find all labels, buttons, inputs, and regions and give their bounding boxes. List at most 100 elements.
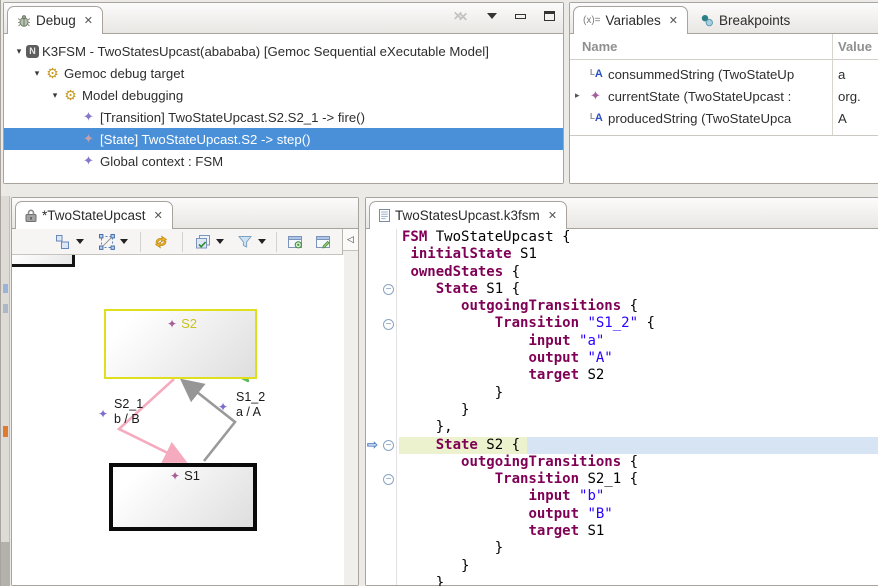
- maximize-icon[interactable]: [544, 11, 555, 21]
- code-text: TwoStateUpcast {: [427, 229, 570, 245]
- transition-diamond-icon: ✦: [218, 400, 228, 414]
- transition-label-S1_2[interactable]: S1_2 a / A: [236, 390, 265, 420]
- code-text: {: [621, 454, 638, 470]
- debug-tree-row[interactable]: [State] TwoStateUpcast.S2 -> step(): [4, 128, 563, 150]
- annotation-ruler[interactable]: [366, 229, 382, 585]
- code-text: [402, 506, 528, 522]
- debug-tree-row[interactable]: Global context : FSM: [4, 150, 563, 172]
- launch-icon: [26, 45, 39, 58]
- code-line[interactable]: FSM TwoStateUpcast {: [399, 229, 878, 246]
- variables-tabbar: (x)= Variables ✕ Breakpoints: [570, 3, 878, 34]
- code-line[interactable]: initialState S1: [399, 246, 878, 263]
- code-text: [402, 333, 528, 349]
- code-line[interactable]: State S1 {: [399, 281, 878, 298]
- arrange-dropdown-icon[interactable]: [76, 239, 84, 244]
- debug-tree-row[interactable]: [Transition] TwoStateUpcast.S2.S2_1 -> f…: [4, 106, 563, 128]
- code-line[interactable]: }: [399, 402, 878, 419]
- toolbar-separator: [140, 232, 141, 252]
- code-keyword: outgoingTransitions: [461, 298, 621, 314]
- code-line[interactable]: input "b": [399, 488, 878, 505]
- close-icon[interactable]: ✕: [154, 209, 163, 222]
- code-line[interactable]: target S2: [399, 367, 878, 384]
- debug-tree-row[interactable]: ▾K3FSM - TwoStatesUpcast(abababa) [Gemoc…: [4, 40, 563, 62]
- tab-code-editor[interactable]: TwoStatesUpcast.k3fsm ✕: [369, 201, 567, 229]
- close-icon[interactable]: ✕: [669, 14, 678, 27]
- current-instruction-arrow-icon: [367, 437, 378, 453]
- code-text: }: [402, 575, 444, 586]
- variable-row[interactable]: LAconsummedString (TwoStateUpa: [570, 64, 878, 86]
- tab-diagram-editor[interactable]: *TwoStateUpcast ✕: [15, 201, 173, 229]
- show-element-icon[interactable]: [286, 233, 303, 250]
- column-value[interactable]: Value: [838, 39, 872, 54]
- code-line[interactable]: State S2 {: [399, 437, 878, 454]
- select-dropdown-icon[interactable]: [120, 239, 128, 244]
- debug-tree-row[interactable]: ▾Model debugging: [4, 84, 563, 106]
- close-icon[interactable]: ✕: [84, 14, 93, 27]
- filter-icon[interactable]: [236, 233, 253, 250]
- code-line[interactable]: output "B": [399, 506, 878, 523]
- variable-row[interactable]: ▸currentState (TwoStateUpcast :org.: [570, 86, 878, 108]
- tab-debug[interactable]: Debug ✕: [7, 6, 103, 34]
- refresh-icon[interactable]: [152, 233, 169, 250]
- code-text-area[interactable]: FSM TwoStateUpcast { initialState S1 own…: [399, 229, 878, 585]
- transition-guard: a / A: [236, 405, 265, 420]
- edit-element-icon[interactable]: [314, 233, 331, 250]
- stackframe-icon: [80, 110, 97, 125]
- filter-dropdown-icon[interactable]: [258, 239, 266, 244]
- transition-guard: b / B: [114, 412, 143, 427]
- code-line[interactable]: }: [399, 575, 878, 586]
- expander-icon[interactable]: ▾: [48, 90, 62, 101]
- remove-all-terminated-icon[interactable]: [453, 9, 469, 23]
- arrange-all-icon[interactable]: [54, 233, 71, 250]
- variable-row[interactable]: LAproducedString (TwoStateUpcaA: [570, 108, 878, 130]
- diagram-canvas[interactable]: ✦ S2 ✦ S1 ✦ S2_1 b / B ✦ S1_2 a / A: [12, 255, 344, 585]
- close-icon[interactable]: ✕: [548, 209, 557, 222]
- expander-icon[interactable]: ▾: [12, 46, 26, 57]
- fold-collapse-icon[interactable]: [383, 284, 394, 295]
- code-line[interactable]: input "a": [399, 333, 878, 350]
- variable-detail-pane[interactable]: [570, 135, 878, 183]
- expander-icon[interactable]: ▾: [30, 68, 44, 79]
- model-variable-icon: [590, 88, 607, 104]
- fold-collapse-icon[interactable]: [383, 474, 394, 485]
- minimize-icon[interactable]: [515, 14, 526, 19]
- transition-name: S1_2: [236, 390, 265, 405]
- transition-label-S2_1[interactable]: S2_1 b / B: [114, 397, 143, 427]
- thread-icon: [62, 88, 79, 103]
- state-label-S2[interactable]: ✦ S2: [167, 316, 197, 331]
- debug-tree-row[interactable]: ▾ Gemoc debug target: [4, 62, 563, 84]
- select-mode-icon[interactable]: [98, 233, 115, 250]
- trim-fragment-icon: [1, 542, 10, 586]
- code-line[interactable]: outgoingTransitions {: [399, 454, 878, 471]
- stackframe-icon: [80, 154, 97, 169]
- file-icon: [379, 209, 390, 222]
- expander-icon[interactable]: ▸: [575, 90, 580, 101]
- code-line[interactable]: target S1: [399, 523, 878, 540]
- layers-icon[interactable]: [194, 233, 211, 250]
- transition-edge-S1_2[interactable]: [183, 381, 235, 461]
- code-line[interactable]: Transition "S1_2" {: [399, 315, 878, 332]
- code-line[interactable]: Transition S2_1 {: [399, 471, 878, 488]
- code-text: {: [621, 298, 638, 314]
- code-line[interactable]: outgoingTransitions {: [399, 298, 878, 315]
- debug-tree-label: Gemoc debug target: [64, 66, 184, 81]
- code-string: "S1_2": [587, 315, 638, 331]
- tab-breakpoints[interactable]: Breakpoints: [691, 6, 799, 34]
- code-line[interactable]: ownedStates {: [399, 264, 878, 281]
- view-menu-icon[interactable]: [487, 13, 497, 19]
- fold-collapse-icon[interactable]: [383, 319, 394, 330]
- tab-variables[interactable]: (x)= Variables ✕: [573, 6, 688, 34]
- code-line[interactable]: },: [399, 419, 878, 436]
- code-line[interactable]: }: [399, 558, 878, 575]
- layers-dropdown-icon[interactable]: [216, 239, 224, 244]
- code-line[interactable]: }: [399, 385, 878, 402]
- code-keyword: target: [528, 523, 579, 539]
- palette-expand-icon[interactable]: ◁: [343, 229, 358, 251]
- column-name[interactable]: Name: [582, 39, 617, 54]
- state-label-S1[interactable]: ✦ S1: [170, 468, 200, 483]
- folding-ruler[interactable]: [382, 229, 397, 585]
- code-text: [402, 523, 528, 539]
- code-line[interactable]: output "A": [399, 350, 878, 367]
- code-line[interactable]: }: [399, 540, 878, 557]
- fold-collapse-icon[interactable]: [383, 440, 394, 451]
